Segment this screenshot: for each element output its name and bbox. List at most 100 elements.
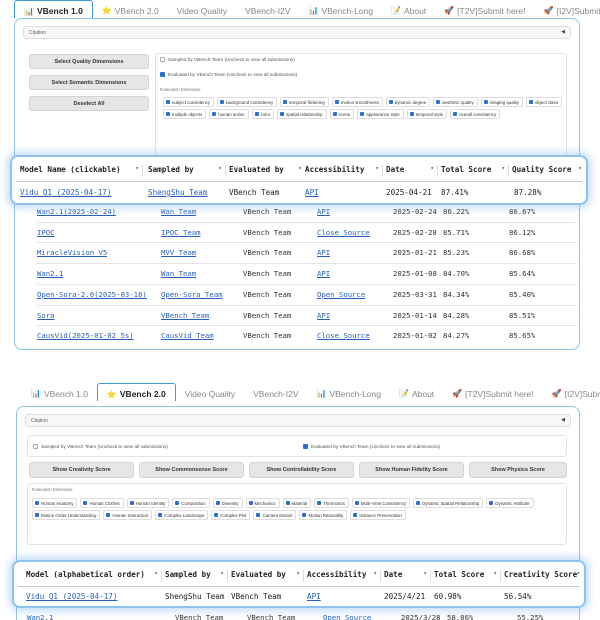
dimension-checkbox-composition[interactable]: Composition	[172, 498, 210, 508]
citation-accordion[interactable]: Citation ◀	[25, 414, 571, 427]
accessibility-link[interactable]: API	[317, 202, 330, 222]
select-quality-dimensions-button[interactable]: Select Quality Dimensions	[29, 54, 149, 69]
sampled-by-link[interactable]: IPOC Team	[161, 223, 201, 243]
dimension-checkbox-spatial-relationship[interactable]: spatial relationship	[277, 109, 327, 119]
accessibility-link[interactable]: API	[317, 243, 330, 263]
sampled-by-link[interactable]: Wan Team	[161, 264, 196, 284]
sampled-by-link[interactable]: CausVid Team	[161, 326, 214, 346]
dimension-checkbox-multiple-objects[interactable]: multiple objects	[163, 109, 207, 119]
tab-vbench-i2v[interactable]: VBench-I2V	[236, 0, 299, 18]
deselect-all-button[interactable]: Deselect All	[29, 96, 149, 111]
tab-vbench-long[interactable]: 📊 VBench-Long	[308, 383, 390, 401]
dimension-checkbox-diversity[interactable]: Diversity	[212, 498, 243, 508]
column-header-evaluated-by[interactable]: Evaluated by ▾	[228, 570, 304, 582]
show-human-fidelity-score-button[interactable]: Show Human Fidelity Score	[359, 462, 464, 478]
column-header-quality-score[interactable]: Quality Score ▾	[509, 165, 585, 177]
select-semantic-dimensions-button[interactable]: Select Semantic Dimensions	[29, 75, 149, 90]
sampled-by-vbench-checkbox[interactable]: Sampled by VBench Team (Uncheck to view …	[160, 57, 295, 62]
accessibility-link[interactable]: API	[307, 592, 321, 601]
model-link[interactable]: Wan2.1	[37, 264, 63, 284]
dimension-checkbox-multi-view-consistency[interactable]: Multi-View Consistency	[351, 498, 411, 508]
sampled-by-vbench-checkbox[interactable]: Sampled by VBench Team (Uncheck to view …	[33, 444, 168, 449]
column-header-accessibility[interactable]: Accessibility ▾	[302, 165, 383, 177]
dimension-checkbox-camera-motion[interactable]: Camera Motion	[253, 510, 297, 520]
accessibility-link[interactable]: API	[317, 306, 330, 326]
accessibility-link[interactable]: API	[317, 264, 330, 284]
column-header-total-score[interactable]: Total Score ▾	[431, 570, 501, 582]
column-header-date[interactable]: Date ▾	[381, 570, 431, 582]
tab-t2v-submit-here[interactable]: 🚀 [T2V]Submit here!	[443, 383, 542, 401]
model-link[interactable]: Sora	[37, 306, 55, 326]
model-link[interactable]: Wan2.1	[27, 608, 53, 620]
dimension-checkbox-temporal-style[interactable]: temporal style	[406, 109, 448, 119]
model-link[interactable]: MiracleVision V5	[37, 243, 107, 263]
tab-vbench-1-0[interactable]: 📊 VBench 1.0	[14, 0, 93, 18]
column-header-model[interactable]: Model (alphabetical order) ▾	[26, 570, 162, 582]
dimension-checkbox-complex-plot[interactable]: Complex Plot	[211, 510, 251, 520]
column-header-total-score[interactable]: Total Score ▾	[438, 165, 509, 177]
tab-about[interactable]: 📝 About	[390, 383, 443, 401]
accessibility-link[interactable]: Close Source	[317, 326, 370, 346]
show-controllability-score-button[interactable]: Show Controllability Score	[249, 462, 354, 478]
evaluated-by-vbench-checkbox[interactable]: Evaluated by VBench Team (Uncheck to vie…	[160, 72, 297, 77]
accessibility-link[interactable]: Open Source	[323, 608, 371, 620]
column-header-creativity-score[interactable]: Creativity Score ▾	[501, 570, 583, 582]
evaluated-by-vbench-checkbox[interactable]: Evaluated by VBench Team (Uncheck to vie…	[303, 444, 440, 449]
tab-vbench-2-0[interactable]: ⭐ VBench 2.0	[96, 383, 176, 401]
tab-video-quality[interactable]: Video Quality	[168, 0, 236, 18]
dimension-checkbox-dynamic-attribute[interactable]: Dynamic Attribute	[486, 498, 534, 508]
model-link[interactable]: Open-Sora-2.0(2025-03-18)	[37, 285, 147, 305]
dimension-checkbox-motion-order-understanding[interactable]: Motion Order Understanding	[32, 510, 101, 520]
dimension-checkbox-appearance-style[interactable]: appearance style	[357, 109, 404, 119]
accessibility-link[interactable]: Close Source	[317, 223, 370, 243]
dimension-checkbox-human-identity[interactable]: Human Identity	[126, 498, 170, 508]
tab-video-quality[interactable]: Video Quality	[176, 383, 244, 401]
tab-i2v-submit-here[interactable]: 🚀[I2V]Submit here!	[543, 383, 600, 401]
tab-vbench-long[interactable]: 📊 VBench-Long	[300, 0, 382, 18]
dimension-checkbox-motion-rationality[interactable]: Motion Rationality	[299, 510, 348, 520]
column-header-sampled-by[interactable]: Sampled by ▾	[162, 570, 228, 582]
dimension-checkbox-complex-landscape[interactable]: Complex Landscape	[155, 510, 209, 520]
dimension-checkbox-dynamic-spatial-relationship[interactable]: Dynamic Spatial Relationship	[413, 498, 484, 508]
model-link[interactable]: CausVid(2025-01-02_5s)	[37, 326, 134, 346]
model-link[interactable]: IPOC	[37, 223, 55, 243]
dimension-checkbox-subject-consistency[interactable]: subject consistency	[163, 97, 215, 107]
column-header-model[interactable]: Model Name (clickable) ▾	[20, 165, 143, 177]
accessibility-link[interactable]: Open Source	[317, 285, 365, 305]
dimension-checkbox-object-class[interactable]: object class	[525, 97, 562, 107]
dimension-checkbox-imaging-quality[interactable]: imaging quality	[480, 97, 523, 107]
dimension-checkbox-material[interactable]: Material	[282, 498, 312, 508]
sampled-by-link[interactable]: VBench Team	[161, 306, 209, 326]
dimension-checkbox-human-anatomy[interactable]: Human Anatomy	[32, 498, 78, 508]
tab-about[interactable]: 📝 About	[382, 0, 435, 18]
dimension-checkbox-thermotics[interactable]: Thermotics	[314, 498, 349, 508]
citation-accordion[interactable]: Citation ◀	[23, 26, 571, 39]
dimension-checkbox-instance-preservation[interactable]: Instance Preservation	[350, 510, 406, 520]
model-link[interactable]: Vidu Q1 (2025-04-17)	[20, 188, 111, 197]
dimension-checkbox-overall-consistency[interactable]: overall consistency	[450, 109, 501, 119]
show-commonsense-score-button[interactable]: Show Commonsense Score	[139, 462, 244, 478]
tab-vbench-2-0[interactable]: ⭐ VBench 2.0	[93, 0, 168, 18]
dimension-checkbox-motion-smoothness[interactable]: motion smoothness	[331, 97, 383, 107]
model-link[interactable]: Wan2.1(2025-02-24)	[37, 202, 116, 222]
show-physics-score-button[interactable]: Show Physics Score	[469, 462, 567, 478]
dimension-checkbox-color[interactable]: color	[251, 109, 275, 119]
dimension-checkbox-human-action[interactable]: human action	[209, 109, 249, 119]
model-link[interactable]: Vidu Q1 (2025-04-17)	[26, 592, 117, 601]
show-creativity-score-button[interactable]: Show Creativity Score	[29, 462, 134, 478]
column-header-accessibility[interactable]: Accessibility ▾	[304, 570, 381, 582]
dimension-checkbox-scene[interactable]: scene	[329, 109, 355, 119]
sampled-by-link[interactable]: Open-Sora Team	[161, 285, 223, 305]
dimension-checkbox-human-interaction[interactable]: Human Interaction	[103, 510, 153, 520]
dimension-checkbox-dynamic-degree[interactable]: dynamic degree	[385, 97, 431, 107]
dimension-checkbox-temporal-flickering[interactable]: temporal flickering	[280, 97, 329, 107]
dimension-checkbox-background-consistency[interactable]: background consistency	[217, 97, 278, 107]
tab-vbench-1-0[interactable]: 📊 VBench 1.0	[22, 383, 97, 401]
column-header-sampled-by[interactable]: Sampled by ▾	[145, 165, 226, 177]
dimension-checkbox-human-clothes[interactable]: Human Clothes	[80, 498, 124, 508]
column-header-evaluated-by[interactable]: Evaluated by ▾	[226, 165, 306, 177]
tab-t2v-submit-here[interactable]: 🚀 [T2V]Submit here!	[435, 0, 534, 18]
dimension-checkbox-mechanics[interactable]: Mechanics	[245, 498, 280, 508]
tab-vbench-i2v[interactable]: VBench-I2V	[244, 383, 307, 401]
sampled-by-link[interactable]: ShengShu Team	[148, 188, 207, 197]
